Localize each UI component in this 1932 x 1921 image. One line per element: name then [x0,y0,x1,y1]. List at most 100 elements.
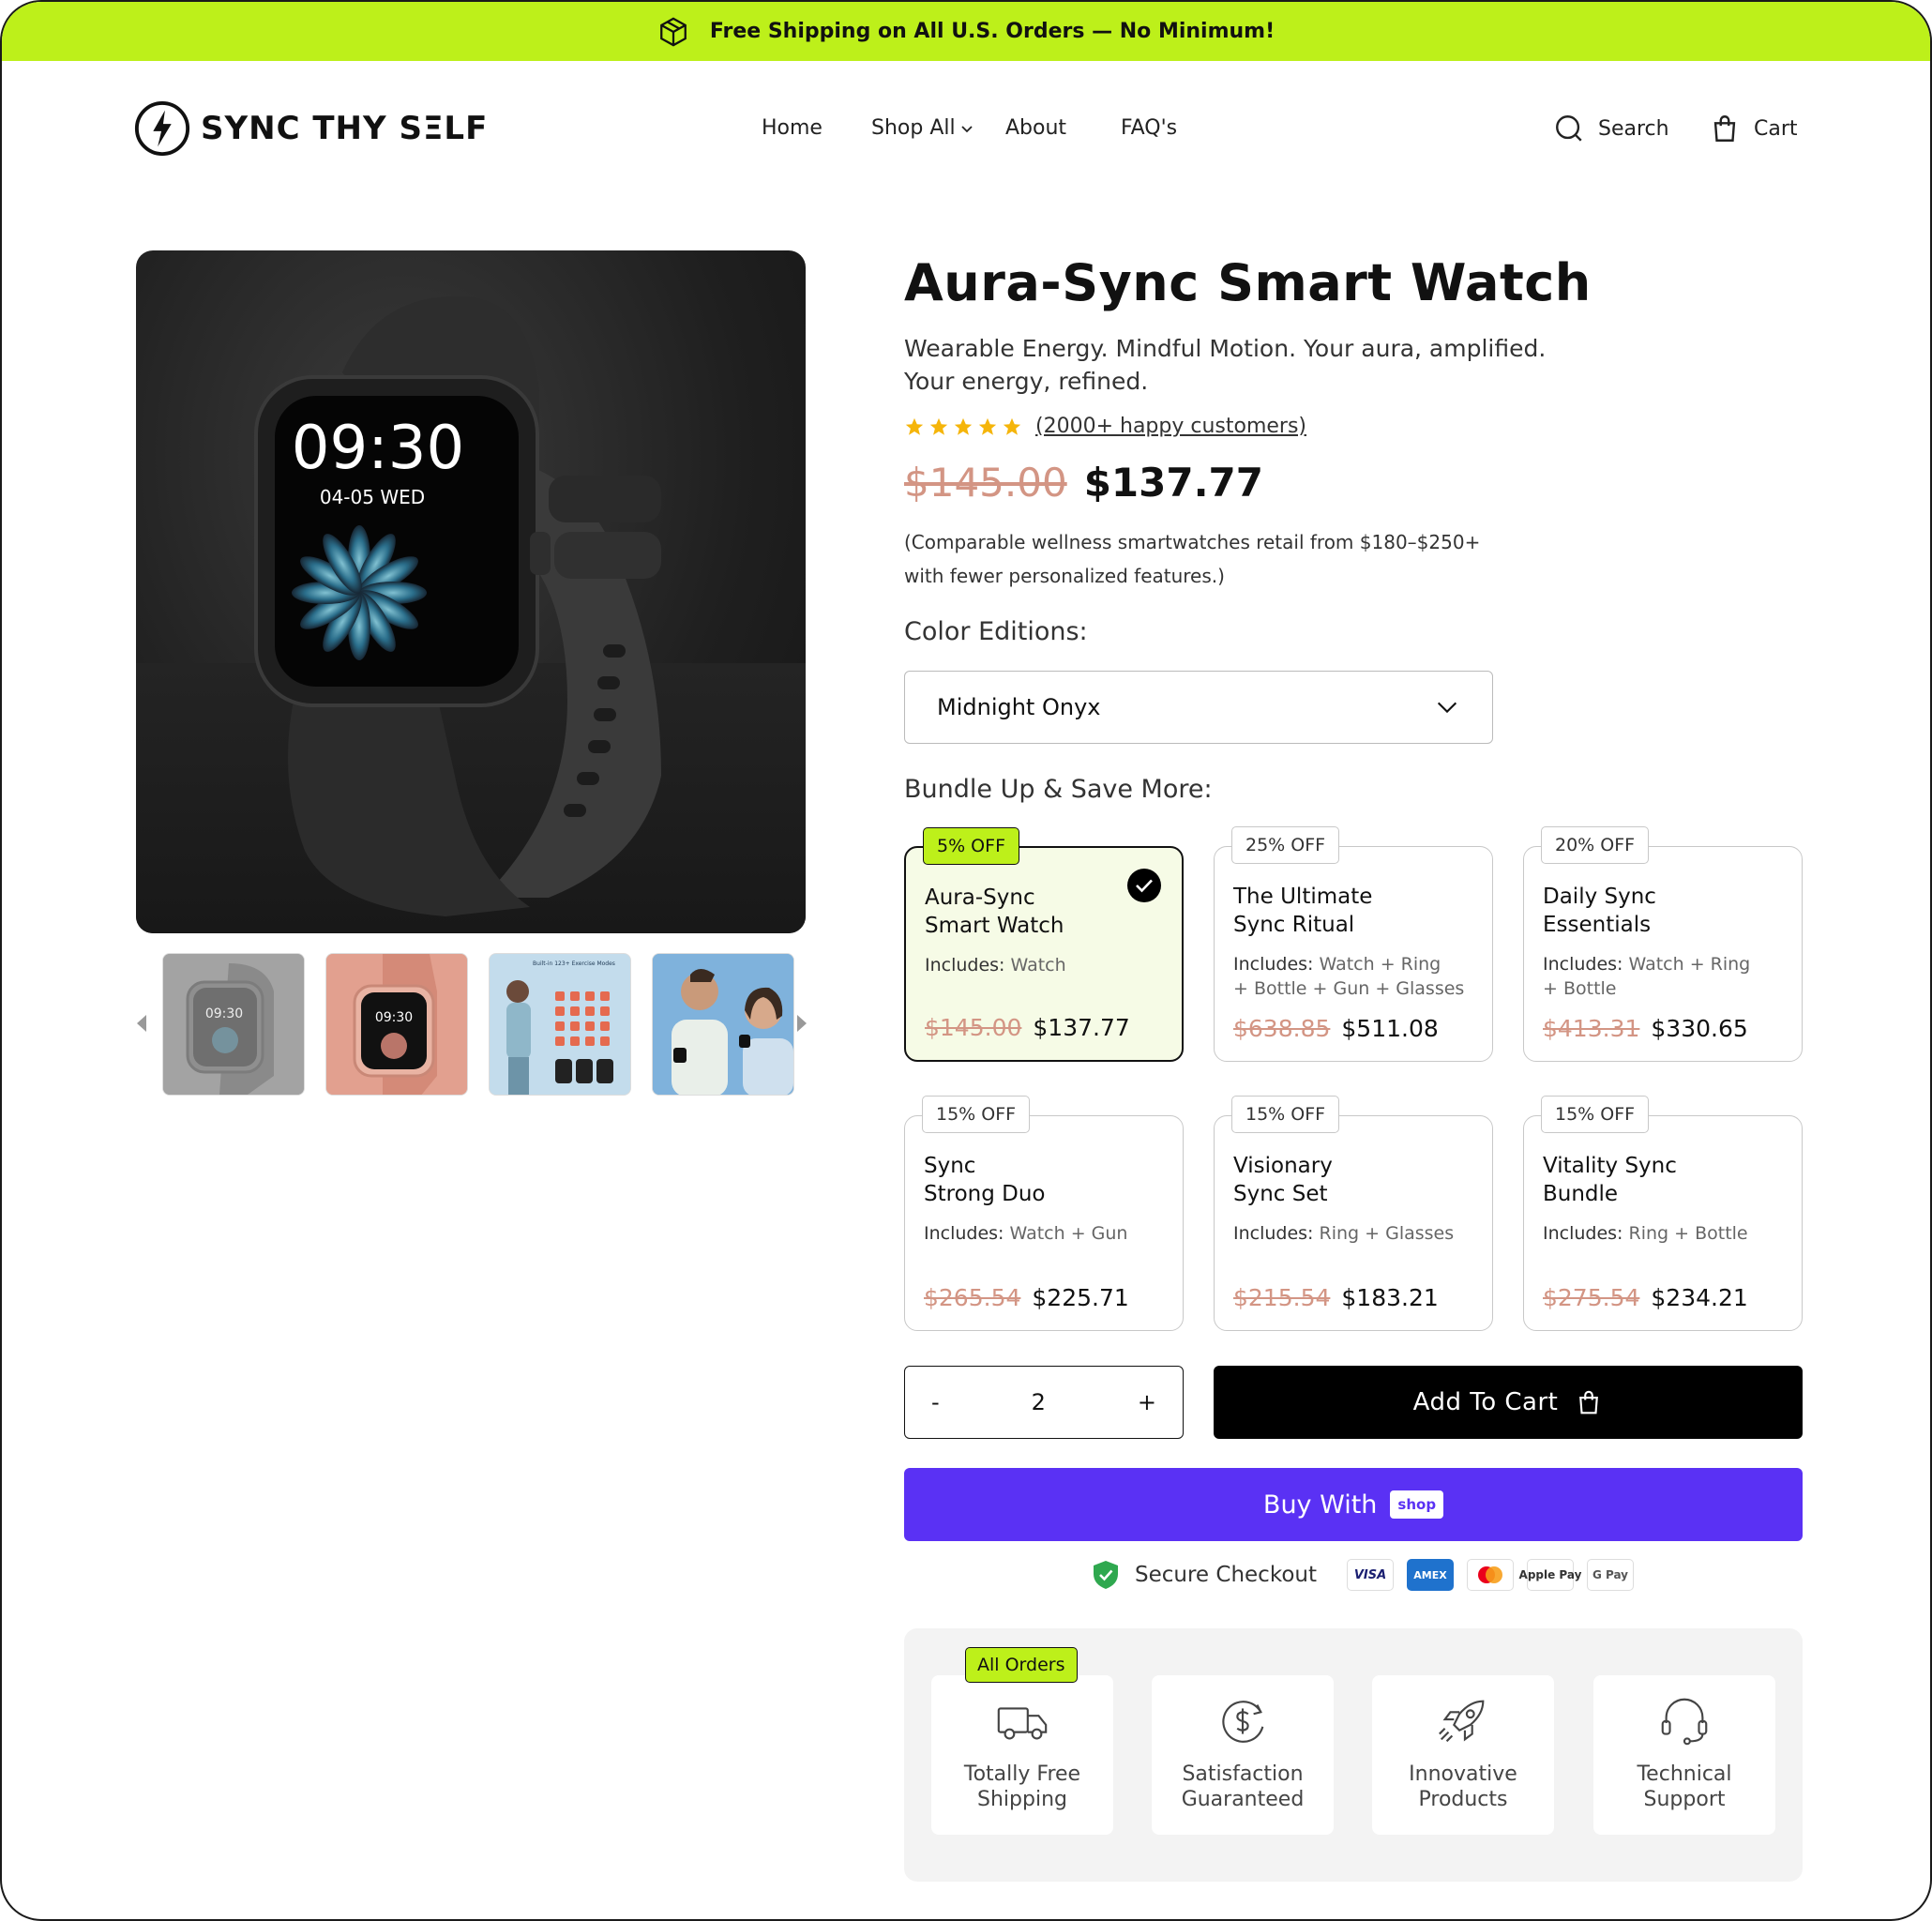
add-to-cart-label: Add To Cart [1412,1388,1559,1416]
watch-image: 09:30 04-05 WED [136,296,806,933]
perk-label: Satisfaction Guaranteed [1181,1762,1305,1811]
nav-shop-all[interactable]: Shop All [871,116,974,140]
thumb-2-time: 09:30 [375,1010,413,1025]
thumb-3-heading: Built-in 123+ Exercise Modes [533,960,615,967]
star-icon [954,417,973,435]
apple-pay-icon: Apple Pay [1519,1559,1581,1591]
truck-icon [997,1707,1048,1740]
tagline-line-2: Your energy, refined. [904,368,1149,395]
star-icon [905,417,924,435]
bundle-card[interactable]: 25% OFF The Ultimate Sync Ritual Include… [1214,826,1493,1062]
perk-free-shipping: All Orders Totally Free Shipping [931,1647,1113,1835]
price-sale: $137.77 [1083,460,1263,506]
search-label: Search [1598,116,1669,141]
shop-pay-button[interactable]: Buy With shop [904,1468,1803,1541]
thumbnail-2[interactable]: 09:30 [325,953,468,1096]
thumbnail-1[interactable]: 09:30 [162,953,305,1096]
bundle-price-original: $275.54 [1543,1284,1640,1311]
bundle-prices: $145.00 $137.77 [925,1014,1130,1041]
color-editions-label: Color Editions: [904,617,1088,646]
perk-label: Technical Support [1637,1762,1732,1811]
nav-about[interactable]: About [1005,116,1066,140]
star-rating [904,416,1026,437]
bundle-price-sale: $330.65 [1651,1015,1748,1042]
brand-logo[interactable]: SYNC THY SΞLF [133,99,488,158]
page-frame: Free Shipping on All U.S. Orders — No Mi… [0,0,1932,1921]
quantity-decrease-button[interactable]: - [931,1389,940,1415]
money-back-icon [1222,1701,1264,1743]
bundle-price-sale: $183.21 [1341,1284,1439,1311]
search-button[interactable]: Search [1553,113,1669,144]
comparable-line-1: (Comparable wellness smartwatches retail… [904,531,1481,553]
bundle-card[interactable]: 15% OFF Sync Strong Duo Includes: Watch … [904,1096,1184,1331]
bundle-includes: Includes: Ring + Bottle [1543,1221,1783,1246]
bundle-title: Sync Strong Duo [924,1154,1046,1206]
thumbs-next-arrow-icon[interactable] [795,1013,808,1034]
price-row: $145.00 $137.77 [904,460,1263,506]
add-to-cart-button[interactable]: Add To Cart [1214,1366,1803,1439]
color-select[interactable]: Midnight Onyx [904,671,1493,744]
bundle-price-sale: $225.71 [1032,1284,1129,1311]
shopping-bag-icon [1579,1390,1599,1414]
bundle-prices: $215.54 $183.21 [1233,1284,1439,1311]
thumbnail-4[interactable] [652,953,794,1096]
tagline-line-1: Wearable Energy. Mindful Motion. Your au… [904,335,1547,362]
cart-button[interactable]: Cart [1709,113,1798,144]
shop-pay-logo: shop [1390,1490,1444,1519]
thumb-1-time: 09:30 [205,1006,243,1021]
price-original: $145.00 [904,460,1067,506]
bolt-logo-icon [134,100,190,157]
discount-badge: 15% OFF [1541,1096,1650,1133]
perk-satisfaction: Satisfaction Guaranteed [1152,1675,1334,1835]
bundle-title: Vitality Sync Bundle [1543,1154,1677,1206]
bundle-includes: Includes: Ring + Glasses [1233,1221,1473,1246]
all-orders-tag: All Orders [965,1647,1078,1683]
discount-badge: 5% OFF [923,827,1019,865]
perk-label: Totally Free Shipping [963,1762,1081,1811]
nav-faqs[interactable]: FAQ's [1121,116,1177,140]
cart-label: Cart [1754,116,1798,141]
box-icon [659,17,687,46]
reviews-link[interactable]: (2000+ happy customers) [1035,415,1306,438]
includes-label: Includes: [925,955,1005,976]
bundle-card[interactable]: 5% OFF Aura-Sync Smart Watch Includes: W… [904,827,1184,1062]
amex-icon: AMEX [1406,1559,1454,1591]
bundle-includes: Includes: Watch [925,953,1163,977]
product-tagline: Wearable Energy. Mindful Motion. Your au… [904,332,1579,398]
shield-check-icon [1094,1561,1118,1589]
perks-section: All Orders Totally Free Shipping Satisfa… [904,1628,1803,1882]
bundle-includes: Includes: Watch + Ring + Bottle [1543,952,1783,1001]
bundle-card[interactable]: 15% OFF Vitality Sync Bundle Includes: R… [1523,1096,1803,1331]
bundle-includes: Includes: Watch + Gun [924,1221,1164,1246]
bundle-card[interactable]: 15% OFF Visionary Sync Set Includes: Rin… [1214,1096,1493,1331]
quantity-increase-button[interactable]: + [1138,1389,1156,1415]
includes-label: Includes: [924,1223,1004,1244]
discount-badge: 15% OFF [922,1096,1031,1133]
google-pay-icon: G Pay [1586,1559,1634,1591]
announcement-bar: Free Shipping on All U.S. Orders — No Mi… [2,2,1930,61]
color-select-value: Midnight Onyx [937,694,1101,720]
bundle-prices: $265.54 $225.71 [924,1284,1129,1311]
payment-methods: VISA AMEX Apple Pay G Pay [1334,1559,1634,1591]
thumbnail-3[interactable]: Built-in 123+ Exercise Modes [489,953,631,1096]
headset-icon [1661,1698,1708,1746]
mastercard-icon [1466,1559,1514,1591]
includes-label: Includes: [1543,1223,1623,1244]
perk-label: Innovative Products [1409,1762,1517,1811]
nav-home[interactable]: Home [762,116,823,140]
bundle-price-original: $638.85 [1233,1015,1331,1042]
quantity-value[interactable]: 2 [1032,1389,1046,1415]
product-main-image[interactable]: 09:30 04-05 WED [136,250,806,933]
bundle-price-original: $265.54 [924,1284,1021,1311]
discount-badge: 25% OFF [1231,826,1340,864]
bundle-prices: $638.85 $511.08 [1233,1015,1439,1042]
includes-items: Ring + Glasses [1313,1223,1455,1244]
bundle-label: Bundle Up & Save More: [904,775,1213,804]
star-icon [1003,417,1021,435]
thumb-watch-pink: 09:30 [326,954,467,1095]
quantity-stepper: - 2 + [904,1366,1184,1439]
announcement-text: Free Shipping on All U.S. Orders — No Mi… [709,20,1275,43]
watch-face-date: 04-05 WED [320,486,425,508]
includes-items: Watch + Gun [1004,1223,1128,1244]
bundle-card[interactable]: 20% OFF Daily Sync Essentials Includes: … [1523,826,1803,1062]
